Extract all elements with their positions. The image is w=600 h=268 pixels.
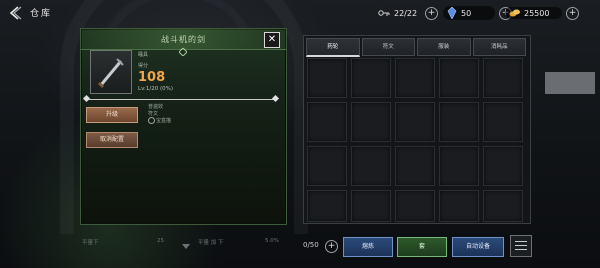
item-category: 睡具	[138, 52, 149, 58]
list-icon-line	[515, 241, 527, 242]
option-toggle[interactable]: 宝盒描	[148, 117, 171, 124]
stat-row-label: 平量下	[82, 240, 99, 246]
page-title: 仓库	[30, 9, 53, 19]
tab-apparel[interactable]: 服装	[417, 38, 471, 56]
inventory-slot[interactable]	[395, 190, 435, 222]
crystal-icon	[447, 7, 457, 19]
add-slots-button[interactable]: +	[425, 6, 439, 20]
inventory-slot[interactable]	[307, 58, 347, 98]
side-tab-block[interactable]	[545, 72, 595, 94]
inventory-slot[interactable]	[351, 102, 391, 142]
inventory-slot[interactable]	[439, 102, 479, 142]
inventory-grid	[307, 58, 523, 230]
gold-counter: 25500 +	[505, 6, 579, 20]
item-slot[interactable]	[90, 50, 132, 94]
inventory-slot[interactable]	[307, 190, 347, 222]
sword-icon	[97, 58, 124, 89]
inventory-slot[interactable]	[395, 58, 435, 98]
gem-counter: 50 +	[443, 6, 512, 20]
inventory-tabs: 药轮 符文 服装 消耗品	[305, 37, 527, 57]
stat-row-value: 25	[157, 238, 164, 244]
stat-row-label: 平量 加 下	[198, 240, 224, 246]
slots-counter: 22/22 +	[378, 6, 439, 20]
inventory-slot[interactable]	[307, 146, 347, 186]
stat-row-value: 5.0%	[265, 238, 279, 244]
top-bar: 仓库 22/22 + 50 + 25500 +	[0, 0, 600, 26]
inventory-slot[interactable]	[307, 102, 347, 142]
expand-capacity-button[interactable]: +	[325, 240, 338, 253]
item-score: 108	[138, 70, 166, 85]
inventory-slot[interactable]	[483, 190, 523, 222]
inventory-slot[interactable]	[395, 102, 435, 142]
score-label: 得分	[138, 63, 149, 69]
tab-consumables[interactable]: 消耗品	[472, 38, 526, 56]
upgrade-button[interactable]: 升级	[86, 107, 138, 123]
panel-divider	[86, 99, 276, 100]
unequip-button[interactable]: 取消配置	[86, 132, 138, 148]
inventory-capacity: 0/50	[303, 241, 319, 249]
inventory-slot[interactable]	[439, 190, 479, 222]
list-icon-line	[515, 249, 527, 250]
option-label: 普遍效	[148, 104, 164, 110]
inventory-slot[interactable]	[483, 58, 523, 98]
equip-set-button[interactable]: 套	[397, 237, 447, 257]
item-level: Lv:1/20 (0%)	[138, 86, 173, 92]
inventory-slot[interactable]	[483, 102, 523, 142]
auto-equip-button[interactable]: 自动设备	[452, 237, 504, 257]
title-diamond-icon	[179, 48, 187, 56]
inventory-slot[interactable]	[483, 146, 523, 186]
option-label: 符文	[148, 111, 159, 117]
inventory-slot[interactable]	[439, 58, 479, 98]
close-button[interactable]: ✕	[264, 32, 280, 48]
tab-runes[interactable]: 符文	[361, 38, 415, 56]
add-gold-button[interactable]: +	[566, 6, 579, 20]
key-icon	[378, 10, 390, 16]
inventory-slot[interactable]	[351, 146, 391, 186]
inventory-slot[interactable]	[439, 146, 479, 186]
list-icon-line	[515, 245, 527, 246]
inventory-slot[interactable]	[351, 58, 391, 98]
back-arrow-icon[interactable]	[6, 4, 24, 22]
inventory-slot[interactable]	[395, 146, 435, 186]
chevron-down-icon[interactable]	[182, 244, 190, 249]
smelt-button[interactable]: 熔炼	[343, 237, 393, 257]
tab-weapons[interactable]: 药轮	[306, 38, 360, 57]
item-name: 战斗机的剑	[161, 35, 206, 44]
gold-coins-icon	[509, 9, 520, 17]
radio-icon	[148, 117, 155, 124]
sort-list-button[interactable]	[510, 235, 532, 257]
inventory-slot[interactable]	[351, 190, 391, 222]
